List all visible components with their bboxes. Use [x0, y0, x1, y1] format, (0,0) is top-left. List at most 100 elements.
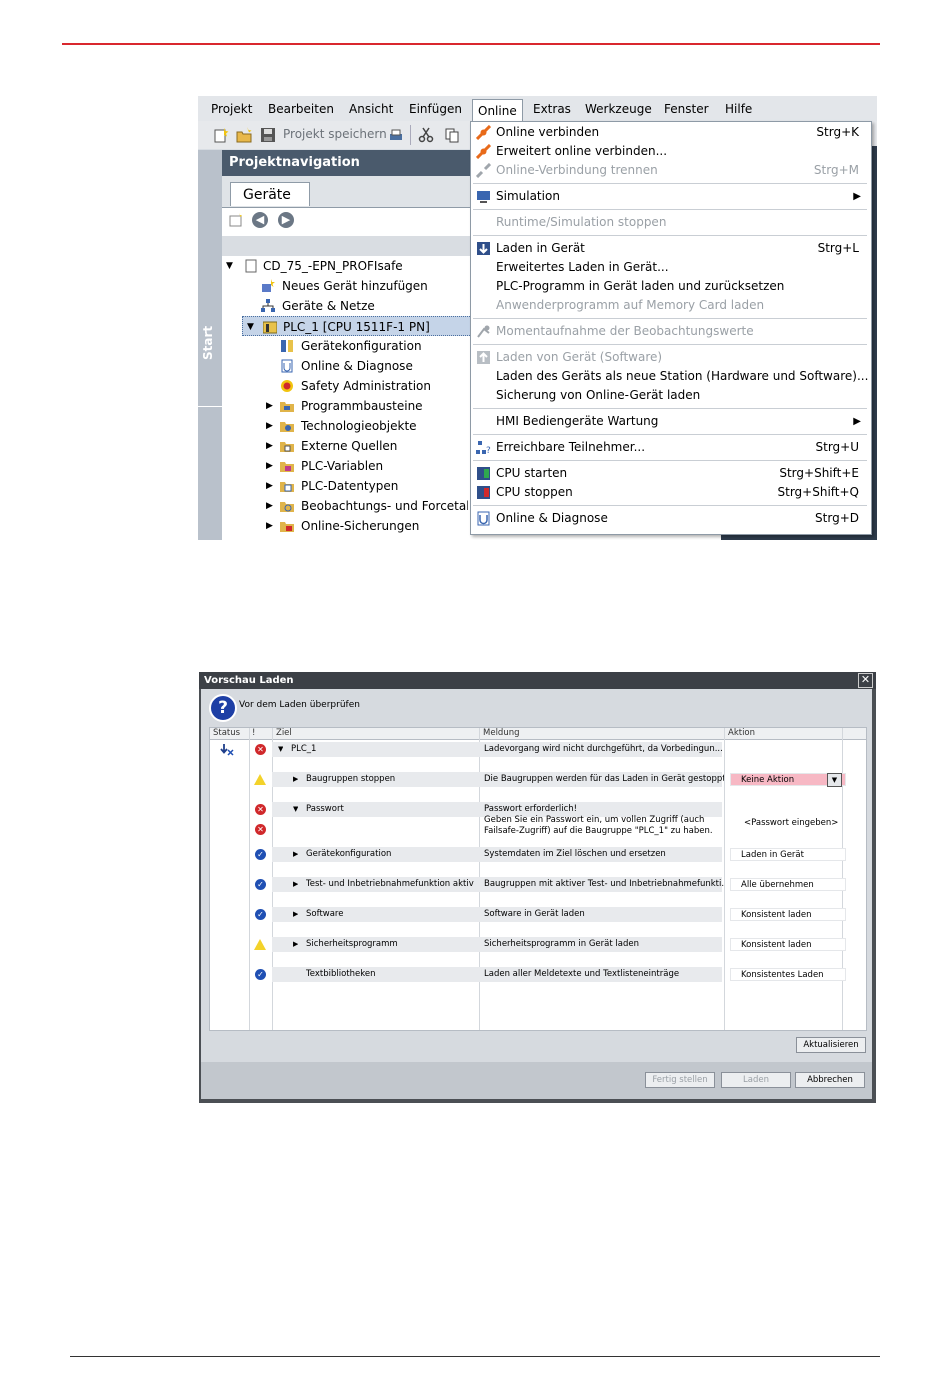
expand-icon[interactable]: ▶ — [266, 516, 273, 536]
menu-online[interactable]: Online — [472, 99, 523, 122]
add-device-star-icon — [262, 279, 275, 292]
password-entry[interactable]: <Passwort eingeben> — [744, 818, 838, 829]
table-row[interactable]: ✕ Geben Sie ein Passwort ein, um vollen … — [210, 815, 866, 843]
menu-item-online-diagnose[interactable]: Online & Diagnose Strg+D — [471, 509, 869, 528]
menu-item-laden-von-geraet[interactable]: Laden von Gerät (Software) — [471, 348, 869, 367]
check-icon: ✓ — [255, 849, 266, 860]
row-message: Die Baugruppen werden für das Laden in G… — [484, 774, 724, 784]
collapse-icon[interactable]: ▼ — [226, 256, 233, 276]
expand-icon[interactable]: ▼ — [278, 742, 283, 757]
tree-item-plc1[interactable]: ▼ PLC_1 [CPU 1511F-1 PN] — [242, 316, 472, 336]
action-select[interactable]: Alle übernehmen — [730, 878, 846, 891]
menu-einfuegen[interactable]: Einfügen — [409, 102, 462, 116]
menu-item-simulation[interactable]: Simulation ▶ — [471, 187, 869, 206]
menu-ansicht[interactable]: Ansicht — [349, 102, 393, 116]
folder-icon — [280, 402, 294, 412]
snapshot-icon — [477, 325, 490, 338]
menu-item-erweitert-online-verbinden[interactable]: Erweitert online verbinden... — [471, 142, 869, 161]
new-project-icon[interactable] — [213, 127, 229, 143]
menu-item-sicherung-laden[interactable]: Sicherung von Online-Gerät laden — [471, 386, 869, 405]
row-target: Sicherheitsprogramm — [306, 939, 398, 949]
expand-icon[interactable]: ▶ — [266, 456, 273, 476]
col-header-ziel[interactable]: Ziel — [276, 728, 292, 739]
expand-icon[interactable]: ▶ — [293, 877, 298, 892]
print-icon[interactable] — [388, 127, 404, 143]
expand-icon[interactable]: ▶ — [266, 436, 273, 456]
row-message: Baugruppen mit aktiver Test- und Inbetri… — [484, 879, 724, 889]
table-row[interactable]: ✓ Textbibliotheken Laden aller Meldetext… — [210, 967, 866, 982]
collapse-icon[interactable]: ▼ — [247, 317, 254, 337]
menu-item-cpu-stoppen[interactable]: CPU stoppen Strg+Shift+Q — [471, 483, 869, 502]
back-arrow-icon[interactable]: ◀ — [252, 212, 268, 228]
menu-werkzeuge[interactable]: Werkzeuge — [585, 102, 652, 116]
expand-icon[interactable]: ▶ — [293, 907, 298, 922]
table-row[interactable]: ✓ ▶ Gerätekonfiguration Systemdaten im Z… — [210, 847, 866, 862]
portal-start-bar[interactable]: Start — [198, 150, 222, 540]
save-icon[interactable] — [260, 127, 276, 143]
chevron-down-icon[interactable]: ▼ — [827, 773, 842, 787]
menu-item-online-verbinden[interactable]: Online verbinden Strg+K — [471, 123, 869, 142]
expand-icon[interactable]: ▶ — [266, 476, 273, 496]
menu-item-erweitertes-laden[interactable]: Erweitertes Laden in Gerät... — [471, 258, 869, 277]
row-target: Baugruppen stoppen — [306, 774, 396, 784]
table-row[interactable]: ▶ Baugruppen stoppen Die Baugruppen werd… — [210, 772, 866, 787]
table-row[interactable]: ✕ ▼ PLC_1 Ladevorgang wird nicht durchge… — [210, 742, 866, 757]
tab-geraete[interactable]: Geräte — [230, 182, 310, 206]
copy-icon[interactable] — [444, 127, 460, 143]
cut-icon[interactable] — [418, 127, 434, 143]
cancel-button[interactable]: Abbrechen — [795, 1072, 865, 1088]
row-target: Test- und Inbetriebnahmefunktion aktiv — [306, 879, 474, 889]
col-header-status[interactable]: Status — [213, 728, 240, 739]
tree-item-label: PLC-Datentypen — [301, 479, 399, 493]
action-select[interactable]: Konsistentes Laden — [730, 968, 846, 981]
collapse-icon[interactable]: ▼ — [293, 802, 298, 817]
table-row[interactable]: ✓ ▶ Test- und Inbetriebnahmefunktion akt… — [210, 877, 866, 892]
menu-separator — [473, 408, 867, 409]
tree-item-watch-force-tables[interactable]: ▶ Beobachtungs- und Forcetabe — [226, 496, 468, 516]
expand-icon[interactable]: ▶ — [266, 416, 273, 436]
refresh-button[interactable]: Aktualisieren — [796, 1037, 866, 1053]
menu-item-laden-in-geraet[interactable]: Laden in Gerät Strg+L — [471, 239, 869, 258]
menu-projekt[interactable]: Projekt — [211, 102, 252, 116]
menu-bearbeiten[interactable]: Bearbeiten — [268, 102, 334, 116]
menu-item-erreichbare-teilnehmer[interactable]: ? Erreichbare Teilnehmer... Strg+U — [471, 438, 869, 457]
finish-button[interactable]: Fertig stellen — [645, 1072, 715, 1088]
menu-item-momentaufnahme[interactable]: Momentaufnahme der Beobachtungswerte — [471, 322, 869, 341]
menu-item-cpu-starten[interactable]: CPU starten Strg+Shift+E — [471, 464, 869, 483]
col-header-info[interactable]: ! — [252, 728, 255, 739]
add-device-icon[interactable] — [228, 212, 244, 228]
table-row[interactable]: ✓ ▶ Software Software in Gerät laden Kon… — [210, 907, 866, 922]
tree-header — [222, 236, 472, 256]
menu-item-plc-programm-laden-zuruecksetzen[interactable]: PLC-Programm in Gerät laden und zurückse… — [471, 277, 869, 296]
col-header-meldung[interactable]: Meldung — [483, 728, 520, 739]
menu-separator — [473, 183, 867, 184]
action-select[interactable]: Konsistent laden — [730, 908, 846, 921]
col-header-aktion[interactable]: Aktion — [728, 728, 755, 739]
menu-item-verbindung-trennen[interactable]: Online-Verbindung trennen Strg+M — [471, 161, 869, 180]
expand-icon[interactable]: ▶ — [266, 396, 273, 416]
menu-extras[interactable]: Extras — [533, 102, 571, 116]
table-row[interactable]: ▶ Sicherheitsprogramm Sicherheitsprogram… — [210, 937, 866, 952]
menu-separator — [473, 460, 867, 461]
menu-item-memory-card-laden[interactable]: Anwenderprogramm auf Memory Card laden — [471, 296, 869, 315]
open-project-icon[interactable] — [236, 127, 252, 143]
action-select[interactable]: Konsistent laden — [730, 938, 846, 951]
expand-icon[interactable]: ▶ — [293, 847, 298, 862]
expand-icon[interactable]: ▶ — [266, 496, 273, 516]
menu-fenster[interactable]: Fenster — [664, 102, 709, 116]
menu-hilfe[interactable]: Hilfe — [725, 102, 752, 116]
diagnose-icon — [281, 359, 293, 373]
save-project-label[interactable]: Projekt speichern — [283, 127, 387, 141]
forward-arrow-icon[interactable]: ▶ — [278, 212, 294, 228]
menu-item-runtime-stoppen[interactable]: Runtime/Simulation stoppen — [471, 213, 869, 232]
menu-item-hmi-wartung[interactable]: HMI Bediengeräte Wartung ▶ — [471, 412, 869, 431]
load-button[interactable]: Laden — [721, 1072, 791, 1088]
close-icon[interactable]: ✕ — [858, 673, 873, 688]
menu-item-laden-als-neue-station[interactable]: Laden des Geräts als neue Station (Hardw… — [471, 367, 869, 386]
expand-icon[interactable]: ▶ — [293, 937, 298, 952]
error-icon: ✕ — [255, 804, 266, 815]
action-select[interactable]: Laden in Gerät — [730, 848, 846, 861]
tree-item-label: Safety Administration — [301, 379, 432, 393]
tree-item-label: PLC_1 [CPU 1511F-1 PN] — [283, 320, 430, 334]
expand-icon[interactable]: ▶ — [293, 772, 298, 787]
